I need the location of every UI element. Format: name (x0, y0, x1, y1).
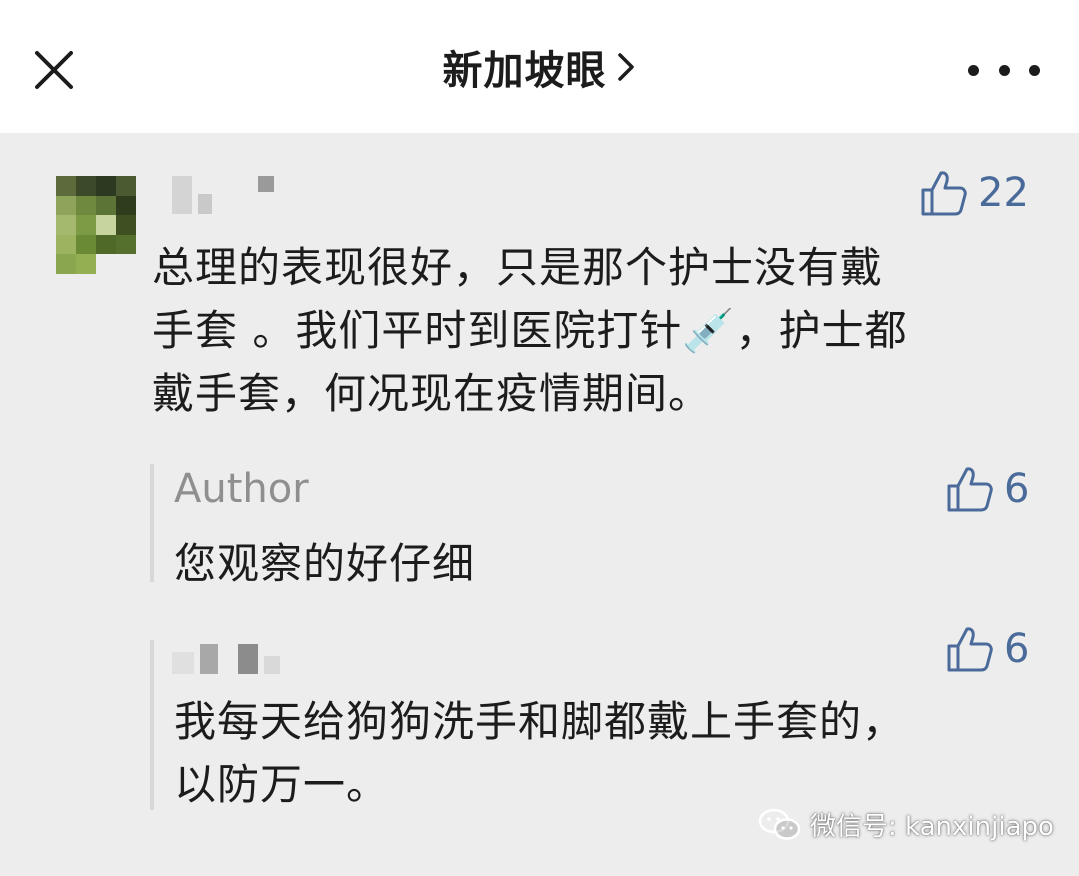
reply-divider (150, 464, 154, 582)
thumbs-up-icon (921, 171, 967, 216)
watermark: 微信号: kanxinjiapo (758, 806, 1054, 843)
replier-name-blurred (172, 644, 280, 674)
comment-line: 手套 。我们平时到医院打针💉，护士都 (152, 306, 908, 355)
comment-line: 总理的表现很好，只是那个护士没有戴 (152, 243, 884, 292)
comment-line: 戴手套，何况现在疫情期间。 (152, 369, 712, 418)
reply-divider (150, 640, 154, 810)
like-count: 6 (1004, 626, 1030, 672)
reply-line: 您观察的好仔细 (174, 539, 476, 588)
commenter-name-blurred (172, 176, 274, 214)
like-button[interactable]: 6 (946, 464, 1029, 514)
wechat-icon (758, 808, 801, 840)
watermark-text: 微信号: kanxinjiapo (810, 812, 1054, 842)
reply-text: 我每天给狗狗洗手和脚都戴上手套的， 以防万一。 (174, 690, 905, 816)
more-button[interactable] (968, 50, 1040, 90)
like-count: 22 (978, 170, 1029, 216)
close-button[interactable] (28, 44, 80, 96)
like-button[interactable]: 22 (920, 168, 1029, 218)
close-icon (35, 51, 73, 89)
thumbs-up-icon (947, 467, 993, 512)
like-button[interactable]: 6 (946, 624, 1029, 674)
chevron-right-icon (617, 52, 634, 81)
like-count: 6 (1004, 466, 1030, 512)
account-title-link[interactable]: 新加坡眼 (443, 38, 637, 96)
comment-text: 总理的表现很好，只是那个护士没有戴 手套 。我们平时到医院打针💉，护士都 戴手套… (152, 236, 908, 425)
reply-line: 我每天给狗狗洗手和脚都戴上手套的， (174, 697, 906, 746)
page-title: 新加坡眼 (442, 47, 607, 94)
reply-author: Author (174, 466, 309, 512)
thumbs-up-icon (947, 627, 993, 672)
more-dots-icon (968, 64, 979, 76)
reply-text: 您观察的好仔细 (174, 532, 475, 595)
avatar[interactable] (56, 176, 136, 274)
